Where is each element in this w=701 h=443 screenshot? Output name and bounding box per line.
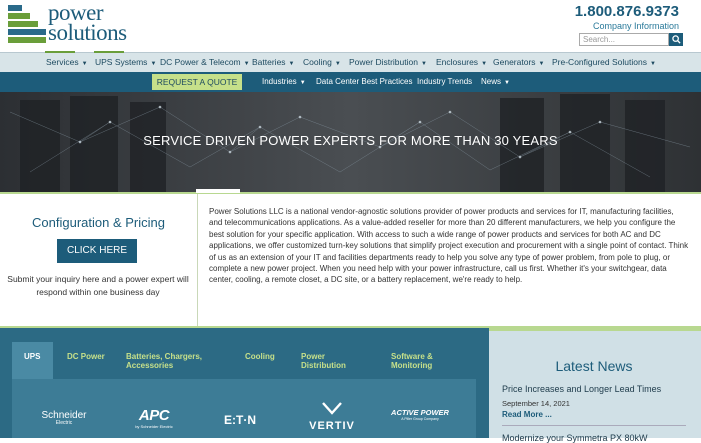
chevron-down-icon: ▼ bbox=[299, 80, 306, 86]
tab-ups[interactable]: UPS bbox=[12, 342, 53, 379]
nav-item-enclosures[interactable]: Enclosures ▼ bbox=[436, 57, 487, 67]
chevron-down-icon: ▼ bbox=[243, 61, 250, 67]
hero-title: SERVICE DRIVEN POWER EXPERTS FOR MORE TH… bbox=[143, 133, 558, 148]
nav-item-services[interactable]: Services ▼ bbox=[46, 57, 88, 67]
chevron-down-icon: ▼ bbox=[81, 61, 88, 67]
secondary-nav: REQUEST A QUOTE Industries ▼ Data Center … bbox=[0, 72, 701, 92]
chevron-down-icon: ▼ bbox=[649, 61, 656, 67]
nav-item-batteries[interactable]: Batteries ▼ bbox=[252, 57, 295, 67]
search-input[interactable]: Search... bbox=[579, 33, 669, 46]
hero-banner: SERVICE DRIVEN POWER EXPERTS FOR MORE TH… bbox=[0, 92, 701, 192]
tab-power-distribution[interactable]: Power Distribution bbox=[301, 352, 361, 370]
nav-label: Power Distribution bbox=[349, 57, 418, 67]
divider bbox=[197, 194, 198, 328]
news-item-date: September 14, 2021 bbox=[502, 399, 570, 408]
logo[interactable]: power solutions bbox=[8, 0, 168, 45]
header: power solutions 1.800.876.9373 Company I… bbox=[0, 0, 701, 50]
primary-nav: Services ▼ UPS Systems ▼ DC Power & Teleco… bbox=[0, 51, 701, 72]
nav-item-generators[interactable]: Generators ▼ bbox=[493, 57, 544, 67]
nav-label: DC Power & Telecom bbox=[160, 57, 241, 67]
config-title: Configuration & Pricing bbox=[32, 215, 165, 230]
vertiv-chevron-icon bbox=[322, 402, 342, 415]
nav-label: UPS Systems bbox=[95, 57, 148, 67]
news-item-title[interactable]: Price Increases and Longer Lead Times bbox=[502, 384, 661, 394]
brand-logo-schneider[interactable]: Schneider Electric bbox=[34, 410, 94, 426]
news-title: Latest News bbox=[555, 358, 633, 374]
brand-name: ACTIVE POWER bbox=[391, 408, 449, 417]
nav-item-dc-power[interactable]: DC Power & Telecom ▼ bbox=[160, 57, 250, 67]
phone-number[interactable]: 1.800.876.9373 bbox=[575, 3, 679, 20]
tab-label: UPS bbox=[24, 352, 41, 361]
nav-label: Industries bbox=[262, 77, 297, 86]
nav-item-industry-trends[interactable]: Industry Trends bbox=[417, 77, 472, 86]
brand-logo-vertiv[interactable]: VERTIV bbox=[300, 401, 364, 432]
nav-label: Batteries bbox=[252, 57, 286, 67]
about-text: Power Solutions LLC is a national vendor… bbox=[209, 207, 689, 285]
click-here-button[interactable]: CLICK HERE bbox=[57, 239, 137, 263]
nav-item-ups-systems[interactable]: UPS Systems ▼ bbox=[95, 57, 156, 67]
brand-logo-apc[interactable]: APC by Schneider Electric bbox=[129, 407, 179, 429]
logo-mark-icon bbox=[8, 5, 46, 43]
nav-item-industries[interactable]: Industries ▼ bbox=[262, 77, 306, 86]
logo-text-line2: solutions bbox=[48, 20, 127, 45]
brand-logo-eaton[interactable]: E:T·N bbox=[215, 413, 265, 427]
divider bbox=[502, 425, 686, 426]
latest-news-panel: Latest News Price Increases and Longer L… bbox=[489, 328, 701, 443]
tab-software[interactable]: Software & Monitoring bbox=[391, 352, 461, 370]
brand-name: VERTIV bbox=[309, 420, 355, 432]
nav-label: Generators bbox=[493, 57, 536, 67]
tab-batteries[interactable]: Batteries, Chargers, Accessories bbox=[126, 352, 226, 370]
chevron-down-icon: ▼ bbox=[334, 61, 341, 67]
nav-label: Cooling bbox=[303, 57, 332, 67]
divider-notch bbox=[196, 189, 240, 193]
chevron-down-icon: ▼ bbox=[504, 80, 510, 86]
nav-item-power-distribution[interactable]: Power Distribution ▼ bbox=[349, 57, 427, 67]
brand-sub: by Schneider Electric bbox=[135, 424, 173, 429]
nav-label: Pre-Configured Solutions bbox=[552, 57, 647, 67]
search-button[interactable] bbox=[669, 33, 683, 46]
nav-label: Services bbox=[46, 57, 79, 67]
nav-item-news[interactable]: News ▼ bbox=[481, 77, 510, 86]
nav-active-indicator bbox=[94, 51, 124, 53]
nav-item-best-practices[interactable]: Data Center Best Practices bbox=[316, 77, 412, 86]
news-item-title[interactable]: Modernize your Symmetra PX 80kW bbox=[502, 433, 648, 443]
nav-label: News bbox=[481, 77, 502, 86]
brand-logos: Schneider Electric APC by Schneider Elec… bbox=[12, 379, 476, 438]
tab-dc-power[interactable]: DC Power bbox=[67, 352, 107, 361]
chevron-down-icon: ▼ bbox=[150, 61, 157, 67]
config-subtitle: Submit your inquiry here and a power exp… bbox=[7, 274, 189, 297]
nav-active-indicator bbox=[45, 51, 75, 53]
nav-label: Enclosures bbox=[436, 57, 479, 67]
search-icon bbox=[671, 35, 681, 44]
company-info-link[interactable]: Company Information bbox=[593, 21, 679, 31]
read-more-link[interactable]: Read More ... bbox=[502, 410, 552, 419]
nav-item-preconfigured[interactable]: Pre-Configured Solutions ▼ bbox=[552, 57, 656, 67]
product-tabs: UPS DC Power Batteries, Chargers, Access… bbox=[12, 342, 476, 382]
chevron-down-icon: ▼ bbox=[538, 61, 545, 67]
brand-name: APC bbox=[138, 407, 170, 424]
chevron-down-icon: ▼ bbox=[420, 61, 427, 67]
brand-sub: A Piller Group Company bbox=[401, 417, 439, 421]
request-quote-button[interactable]: REQUEST A QUOTE bbox=[152, 74, 242, 90]
brand-logo-active-power[interactable]: ACTIVE POWER A Piller Group Company bbox=[389, 408, 451, 422]
chevron-down-icon: ▼ bbox=[288, 61, 295, 67]
chevron-down-icon: ▼ bbox=[481, 61, 488, 67]
nav-item-cooling[interactable]: Cooling ▼ bbox=[303, 57, 341, 67]
tab-cooling[interactable]: Cooling bbox=[245, 352, 285, 361]
